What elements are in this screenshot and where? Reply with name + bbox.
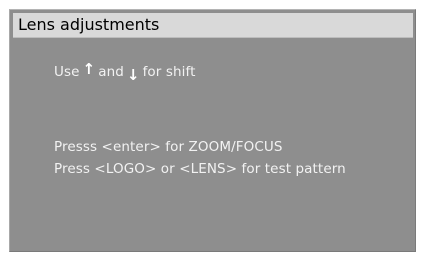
shift-prefix-text: Use: [54, 64, 80, 80]
shift-middle-text: and: [98, 64, 124, 80]
menu-title-bar: Lens adjustments: [13, 13, 413, 38]
test-pattern-instruction: Press <LOGO> or <LENS> for test pattern: [54, 161, 346, 177]
shift-suffix-text: for shift: [142, 64, 196, 80]
arrow-down-icon: ↓: [126, 66, 140, 84]
lens-adjustments-menu: Lens adjustments Use ↑ and ↓ for shift P…: [9, 9, 416, 252]
menu-title: Lens adjustments: [18, 15, 160, 34]
shift-instruction: Use ↑ and ↓ for shift: [54, 60, 196, 84]
arrow-up-icon: ↑: [82, 60, 96, 78]
zoom-focus-instruction: Presss <enter> for ZOOM/FOCUS: [54, 139, 283, 155]
